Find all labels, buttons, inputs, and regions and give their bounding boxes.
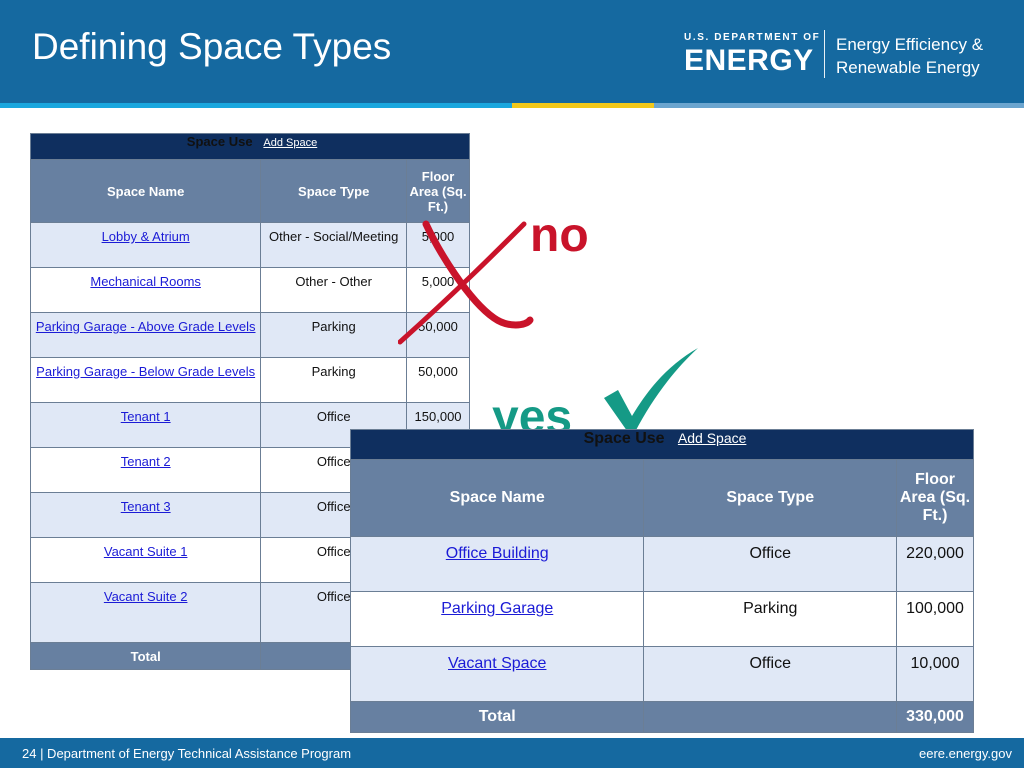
table-row: Parking Garage Parking 100,000 [349, 591, 974, 647]
no-label: no [530, 209, 589, 262]
page-title: Defining Space Types [32, 26, 392, 67]
header-stripe-yellow [512, 103, 654, 108]
space-name-link[interactable]: Vacant Space [448, 655, 546, 672]
space-name-link[interactable]: Tenant 1 [121, 409, 171, 424]
space-name-link[interactable]: Tenant 3 [121, 499, 171, 514]
col-header-space-type: Space Type [643, 459, 898, 537]
space-name-link[interactable]: Vacant Suite 1 [104, 544, 188, 559]
total-label: Total [349, 701, 645, 733]
table-row: Office Building Office 220,000 [349, 536, 974, 592]
eere-label: Energy Efficiency & Renewable Energy [836, 33, 983, 79]
space-type-cell: Other - Other [260, 267, 408, 313]
table-row: Vacant Space Office 10,000 [349, 646, 974, 702]
footer-left-text: 24 | Department of Energy Technical Assi… [22, 746, 352, 761]
space-type-cell: Parking [643, 591, 898, 647]
space-name-link[interactable]: Vacant Suite 2 [104, 589, 188, 604]
add-space-link[interactable]: Add Space [263, 137, 317, 149]
total-value: 330,000 [896, 701, 974, 733]
logo-department-text: U.S. DEPARTMENT OF [684, 32, 821, 43]
floor-area-cell: 100,000 [896, 591, 974, 647]
table-caption: Space Use Add Space [350, 429, 974, 460]
space-type-cell: Parking [260, 312, 408, 358]
caption-label: Space Use [186, 134, 253, 149]
check-mark-icon [604, 348, 698, 438]
space-name-link[interactable]: Parking Garage - Above Grade Levels [36, 319, 256, 334]
eere-line-1: Energy Efficiency & [836, 35, 984, 54]
space-name-link[interactable]: Tenant 2 [121, 454, 171, 469]
space-name-link[interactable]: Mechanical Rooms [90, 274, 201, 289]
table-caption: Space Use Add Space [30, 133, 470, 160]
table-row: Parking Garage - Below Grade Levels Park… [29, 357, 470, 403]
space-name-link[interactable]: Lobby & Atrium [102, 229, 190, 244]
space-type-cell: Parking [260, 357, 408, 403]
eere-line-2: Renewable Energy [836, 58, 980, 77]
col-header-floor-area: Floor Area (Sq. Ft.) [896, 459, 974, 537]
space-name-link[interactable]: Parking Garage - Below Grade Levels [36, 364, 255, 379]
slide-header: Defining Space Types U.S. DEPARTMENT OF … [0, 0, 1024, 103]
total-row: Total 330,000 [349, 701, 974, 733]
header-stripe-blue [0, 103, 512, 108]
floor-area-cell: 50,000 [406, 357, 470, 403]
space-type-cell: Other - Social/Meeting [260, 222, 408, 268]
floor-area-cell: 220,000 [896, 536, 974, 592]
add-space-link[interactable]: Add Space [678, 430, 747, 446]
total-label: Total [29, 642, 262, 670]
col-header-space-name: Space Name [349, 459, 645, 537]
header-stripe-light [654, 103, 1024, 108]
slide-footer: 24 | Department of Energy Technical Assi… [0, 738, 1024, 768]
footer-url: eere.energy.gov [919, 746, 1012, 761]
col-header-floor-area: Floor Area (Sq. Ft.) [406, 159, 470, 223]
col-header-space-type: Space Type [260, 159, 408, 223]
col-header-space-name: Space Name [29, 159, 262, 223]
space-type-cell: Office [643, 536, 898, 592]
x-mark-icon [398, 220, 534, 345]
floor-area-cell: 10,000 [896, 646, 974, 702]
caption-label: Space Use [583, 430, 665, 447]
space-use-table-simplified: Space Use Add Space Space Name Space Typ… [349, 429, 974, 733]
space-name-link[interactable]: Office Building [446, 545, 549, 562]
space-name-link[interactable]: Parking Garage [441, 600, 553, 617]
logo-energy-text: ENERGY [684, 44, 814, 77]
logo-divider [824, 30, 825, 78]
space-type-cell: Office [643, 646, 898, 702]
